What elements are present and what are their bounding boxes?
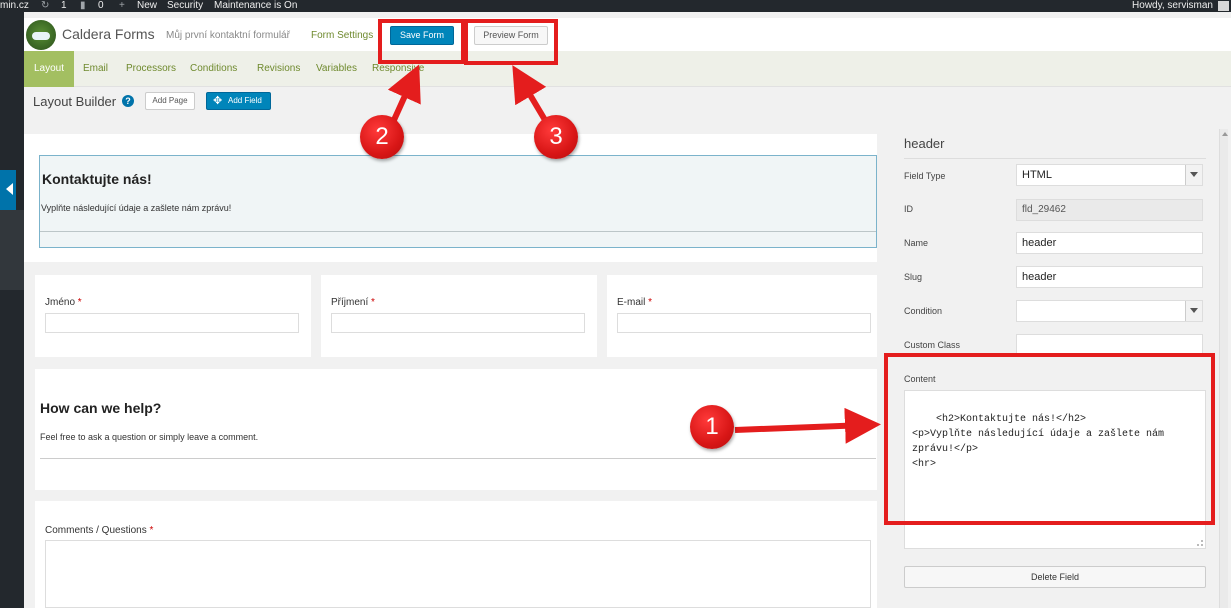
annotation-badge-3: 3	[534, 115, 578, 159]
annotation-badge-2: 2	[360, 115, 404, 159]
annotation-badge-1: 1	[690, 405, 734, 449]
arrow-1	[734, 407, 881, 444]
annotation-arrows	[387, 64, 881, 444]
arrow-2	[387, 64, 421, 122]
arrow-3	[512, 65, 548, 122]
